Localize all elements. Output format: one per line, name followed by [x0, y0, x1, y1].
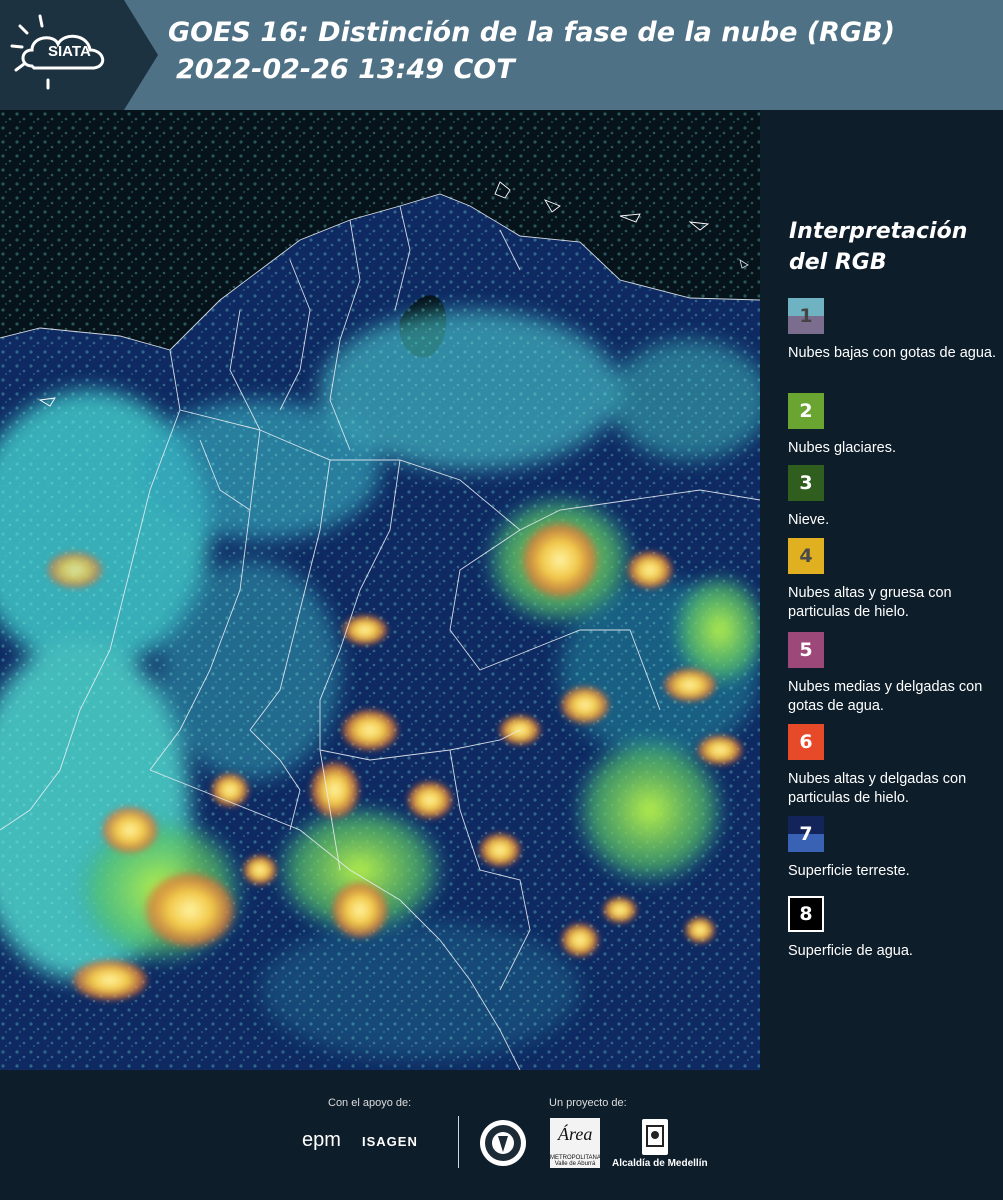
legend-item-2: 2 Nubes glaciares.	[788, 393, 998, 458]
legend-title: Interpretación del RGB	[789, 219, 968, 275]
legend-number: 8	[799, 903, 813, 925]
legend-number: 7	[799, 823, 813, 845]
alcaldia-medellin-logo: Alcaldía de Medellín	[612, 1158, 708, 1169]
legend-swatch-5: 5	[788, 632, 824, 668]
legend-item-3: 3 Nieve.	[788, 465, 998, 530]
support-label: Con el apoyo de:	[328, 1097, 412, 1109]
area-logo-text: Área	[558, 1124, 593, 1144]
legend-item-6: 6 Nubes altas y delgadas con particulas d…	[788, 724, 998, 808]
legend-number: 5	[799, 639, 813, 661]
isagen-logo: ISAGEN	[362, 1134, 418, 1149]
legend-panel: Interpretación del RGB 1 Nubes bajas con …	[760, 110, 1003, 1070]
legend-swatch-3: 3	[788, 465, 824, 501]
legend-number: 2	[799, 400, 813, 422]
title-line-2: 2022-02-26 13:49 COT	[176, 54, 515, 85]
satellite-image	[0, 110, 760, 1070]
legend-swatch-4: 4	[788, 538, 824, 574]
legend-label: Nubes glaciares.	[788, 440, 896, 456]
satellite-map	[0, 110, 760, 1070]
footer-divider	[458, 1116, 459, 1168]
legend-label: Nubes altas y gruesa con particulas de h…	[788, 585, 952, 620]
legend-number: 1	[799, 305, 813, 327]
legend-item-1: 1 Nubes bajas con gotas de agua.	[788, 298, 998, 363]
legend-swatch-2: 2	[788, 393, 824, 429]
page-title: GOES 16: Distinción de la fase de la nub…	[168, 14, 895, 88]
legend-label: Superficie terreste.	[788, 863, 910, 879]
legend-swatch-6: 6	[788, 724, 824, 760]
legend-label: Nubes bajas con gotas de agua.	[788, 345, 996, 361]
legend-label: Nubes medias y delgadas con gotas de agu…	[788, 679, 983, 714]
header-bar: SIATA GOES 16: Distinción de la fase de …	[0, 0, 1003, 110]
title-line-1: GOES 16: Distinción de la fase de la nub…	[168, 17, 895, 48]
legend-label: Nieve.	[788, 512, 830, 528]
legend-number: 6	[799, 731, 813, 753]
legend-item-8: 8 Superficie de agua.	[788, 896, 998, 961]
legend-number: 3	[799, 472, 813, 494]
area-logo-caption: METROPOLITANA Valle de Aburrá	[550, 1155, 601, 1167]
project-label: Un proyecto de:	[549, 1097, 627, 1109]
legend-item-7: 7 Superficie terreste.	[788, 816, 998, 881]
legend-item-4: 4 Nubes altas y gruesa con particulas de …	[788, 538, 998, 622]
university-seal-icon	[480, 1120, 526, 1166]
medellin-shield-icon	[642, 1119, 668, 1155]
logo-text: SIATA	[48, 43, 91, 60]
legend-swatch-8: 8	[788, 896, 824, 932]
legend-number: 4	[799, 545, 813, 567]
legend-label: Superficie de agua.	[788, 943, 913, 959]
legend-item-5: 5 Nubes medias y delgadas con gotas de ag…	[788, 632, 998, 716]
epm-logo: epm	[302, 1129, 341, 1151]
legend-swatch-7: 7	[788, 816, 824, 852]
legend-label: Nubes altas y delgadas con particulas de…	[788, 771, 967, 806]
footer: Con el apoyo de: Un proyecto de: epm ISA…	[0, 1070, 1003, 1200]
legend-swatch-1: 1	[788, 298, 824, 334]
